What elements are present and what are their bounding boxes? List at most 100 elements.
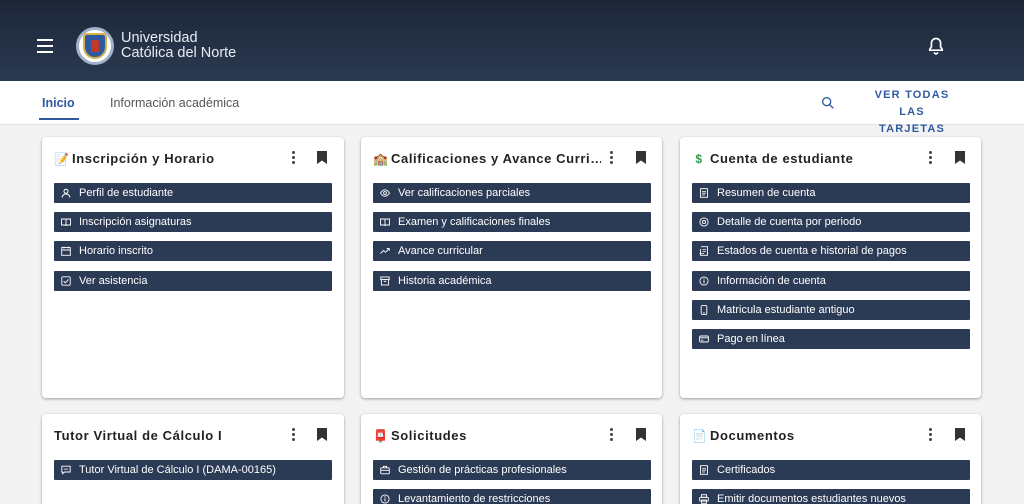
link-label: Ver calificaciones parciales: [398, 187, 531, 199]
card-links: Tutor Virtual de Cálculo I (DAMA-00165): [54, 460, 332, 489]
link-matricula-estudiante-antiguo[interactable]: Matricula estudiante antiguo: [692, 299, 970, 320]
card-title: 📄 Documentos: [692, 428, 795, 443]
view-all-cards-line-1: VER TODAS LAS: [874, 89, 950, 118]
info-icon: [380, 494, 390, 504]
link-informacion-cuenta[interactable]: Información de cuenta: [692, 270, 970, 291]
link-label: Detalle de cuenta por periodo: [717, 216, 862, 229]
card-header: 📮 Solicitudes: [361, 426, 662, 446]
card-tutor-virtual: Tutor Virtual de Cálculo I Tutor Virtual…: [42, 414, 344, 504]
card-solicitudes: 📮 Solicitudes Gestión de prácticas profe…: [361, 414, 662, 504]
link-ver-asistencia[interactable]: Ver asistencia: [54, 270, 332, 291]
nav-bar: Inicio Información académica VER TODAS L…: [0, 81, 1024, 135]
card-header: 📝 Inscripción y Horario: [42, 149, 344, 169]
card-title: 📮 Solicitudes: [373, 428, 467, 443]
link-perfil-estudiante[interactable]: Perfil de estudiante: [54, 183, 332, 203]
more-options-icon[interactable]: [927, 428, 933, 442]
bell-icon[interactable]: [926, 36, 946, 56]
card-title-icon: 📄: [692, 428, 708, 443]
link-certificados[interactable]: Certificados: [692, 460, 970, 480]
brand-name[interactable]: Universidad Católica del Norte: [121, 31, 236, 61]
checkbox-icon: [61, 275, 71, 286]
bookmark-icon[interactable]: [955, 151, 965, 164]
trend-icon: [380, 246, 390, 256]
brand-line-2: Católica del Norte: [121, 45, 237, 61]
card-header: 🏫 Calificaciones y Avance Curri…: [361, 149, 662, 169]
link-calificaciones-parciales[interactable]: Ver calificaciones parciales: [373, 183, 651, 203]
card-title-text: Solicitudes: [391, 428, 467, 443]
card-title-text: Tutor Virtual de Cálculo I: [54, 428, 223, 443]
search-icon[interactable]: [820, 95, 836, 111]
print-icon: [699, 494, 709, 504]
more-options-icon[interactable]: [608, 428, 614, 442]
info-icon: [699, 276, 709, 286]
bookmark-icon[interactable]: [317, 428, 327, 441]
bookmark-icon[interactable]: [955, 428, 965, 441]
link-label: Resumen de cuenta: [717, 187, 816, 199]
bookmark-icon[interactable]: [636, 428, 646, 441]
link-label: Emitir documentos estudiantes nuevos: [717, 493, 906, 504]
link-levantamiento-restricciones[interactable]: Levantamiento de restricciones: [373, 489, 651, 504]
card-header: $ Cuenta de estudiante: [680, 149, 981, 169]
card-title: 📝 Inscripción y Horario: [54, 151, 215, 166]
tab-informacion-academica[interactable]: Información académica: [110, 96, 239, 110]
more-options-icon[interactable]: [927, 151, 933, 165]
user-icon: [61, 188, 71, 198]
link-examen-calificaciones-finales[interactable]: Examen y calificaciones finales: [373, 212, 651, 233]
link-label: Examen y calificaciones finales: [398, 216, 551, 229]
more-options-icon[interactable]: [290, 151, 296, 165]
link-label: Avance curricular: [398, 245, 483, 258]
link-tutor-virtual-calculo[interactable]: Tutor Virtual de Cálculo I (DAMA-00165): [54, 460, 332, 480]
more-options-icon[interactable]: [608, 151, 614, 165]
link-detalle-cuenta-periodo[interactable]: Detalle de cuenta por periodo: [692, 212, 970, 233]
document-icon: [699, 465, 709, 475]
view-all-cards-button[interactable]: VER TODAS LAS TARJETAS: [862, 87, 962, 138]
chat-icon: [61, 465, 71, 475]
card-title: 🏫 Calificaciones y Avance Curri…: [373, 151, 601, 166]
card-calificaciones-avance: 🏫 Calificaciones y Avance Curri… Ver cal…: [361, 137, 662, 398]
dollar-icon: $: [695, 151, 703, 166]
card-title-icon: 📮: [373, 428, 389, 443]
phone-icon: [699, 304, 709, 315]
document-icon: [699, 188, 709, 198]
card-title-text: Calificaciones y Avance Curri…: [391, 151, 601, 166]
link-emitir-documentos[interactable]: Emitir documentos estudiantes nuevos: [692, 489, 970, 504]
target-icon: [699, 217, 709, 227]
top-app-bar: Universidad Católica del Norte: [0, 0, 1024, 81]
card-cuenta-estudiante: $ Cuenta de estudiante Resumen de cuenta…: [680, 137, 981, 398]
view-all-cards-line-2: TARJETAS: [878, 123, 946, 135]
menu-icon[interactable]: [37, 39, 53, 53]
link-label: Tutor Virtual de Cálculo I (DAMA-00165): [79, 464, 276, 476]
card-title-text: Documentos: [710, 428, 795, 443]
link-label: Certificados: [717, 464, 776, 476]
link-label: Inscripción asignaturas: [79, 216, 192, 229]
bookmark-icon[interactable]: [317, 151, 327, 164]
card-title-icon: 🏫: [373, 151, 389, 166]
link-label: Levantamiento de restricciones: [398, 493, 551, 504]
card-links: Gestión de prácticas profesionales Levan…: [373, 460, 651, 504]
card-header: 📄 Documentos: [680, 426, 981, 446]
link-label: Perfil de estudiante: [79, 187, 174, 199]
book-icon: [380, 217, 390, 227]
link-gestion-practicas[interactable]: Gestión de prácticas profesionales: [373, 460, 651, 480]
link-inscripcion-asignaturas[interactable]: Inscripción asignaturas: [54, 212, 332, 233]
university-logo[interactable]: [76, 27, 114, 65]
card-links: Resumen de cuenta Detalle de cuenta por …: [692, 183, 970, 358]
link-resumen-cuenta[interactable]: Resumen de cuenta: [692, 183, 970, 203]
link-historia-academica[interactable]: Historia académica: [373, 270, 651, 291]
link-estados-cuenta-historial[interactable]: Estados de cuenta e historial de pagos: [692, 241, 970, 262]
bookmark-icon[interactable]: [636, 151, 646, 164]
briefcase-icon: [380, 465, 390, 475]
calendar-icon: [61, 246, 71, 257]
tab-inicio[interactable]: Inicio: [42, 96, 75, 110]
link-label: Pago en línea: [717, 332, 785, 345]
brand-line-1: Universidad: [121, 30, 198, 46]
card-title: Tutor Virtual de Cálculo I: [54, 428, 222, 443]
link-pago-en-linea[interactable]: Pago en línea: [692, 328, 970, 349]
link-horario-inscrito[interactable]: Horario inscrito: [54, 241, 332, 262]
card-title-text: Inscripción y Horario: [72, 151, 215, 166]
card-inscripcion-horario: 📝 Inscripción y Horario Perfil de estudi…: [42, 137, 344, 398]
card-links: Ver calificaciones parciales Examen y ca…: [373, 183, 651, 300]
link-avance-curricular[interactable]: Avance curricular: [373, 241, 651, 262]
card-links: Certificados Emitir documentos estudiant…: [692, 460, 970, 504]
more-options-icon[interactable]: [290, 428, 296, 442]
